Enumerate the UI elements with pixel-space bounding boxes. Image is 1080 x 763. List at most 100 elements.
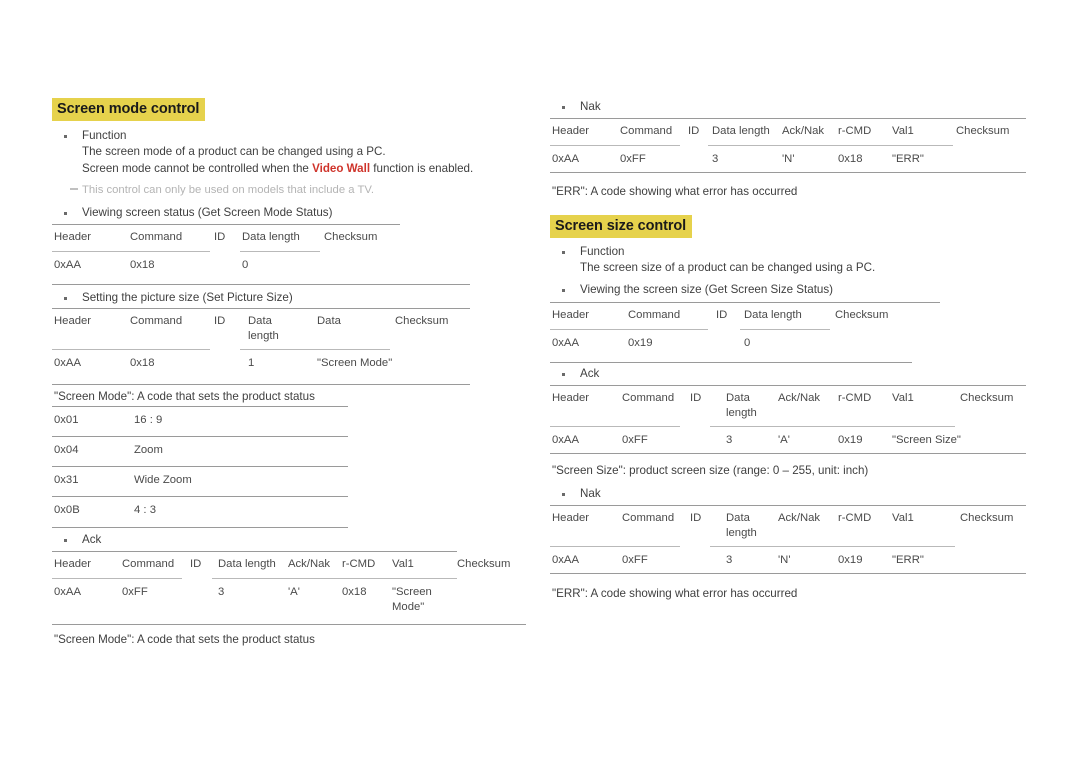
th-data-length: Data length — [248, 315, 279, 342]
td-ack-nak: 'N' — [782, 153, 795, 165]
td-header: 0xAA — [552, 554, 580, 566]
table-rule-bottom — [550, 172, 1026, 173]
td-data-length: 3 — [218, 586, 225, 598]
th-data: Data — [317, 315, 341, 327]
th-id: ID — [716, 309, 728, 321]
td-command: 0xFF — [122, 586, 148, 598]
table-rule-bottom — [550, 573, 1026, 574]
td-command: 0x18 — [130, 259, 155, 271]
code-meaning: 16 : 9 — [134, 414, 163, 426]
code-meaning: 4 : 3 — [134, 504, 156, 516]
code-value: 0x01 — [54, 414, 79, 426]
th-command: Command — [620, 125, 673, 137]
th-data-length: Data length — [218, 558, 276, 570]
set-picture-size-table: Header Command ID Data length Data Check… — [52, 308, 470, 385]
table-rule-mid-b — [740, 329, 830, 330]
function-label: Function — [550, 244, 1020, 260]
th-checksum: Checksum — [395, 315, 449, 327]
th-data-length: Data length — [726, 392, 757, 419]
function-description-1: The screen mode of a product can be chan… — [82, 145, 386, 159]
th-id: ID — [190, 558, 202, 570]
td-r-cmd: 0x19 — [838, 434, 863, 446]
code-meaning: Zoom — [134, 444, 163, 456]
code-value: 0x0B — [54, 504, 80, 516]
th-header: Header — [54, 231, 92, 243]
table-rule-bottom — [550, 362, 912, 363]
function-description-2-suffix: function is enabled. — [370, 161, 474, 175]
th-checksum: Checksum — [956, 125, 1010, 137]
th-header: Header — [54, 315, 92, 327]
td-header: 0xAA — [54, 586, 82, 598]
th-ack-nak: Ack/Nak — [782, 125, 825, 137]
td-command: 0x19 — [628, 337, 653, 349]
table-rule-mid-b — [710, 426, 955, 427]
td-ack-nak: 'A' — [778, 434, 790, 446]
th-data-length: Data length — [712, 125, 770, 137]
th-checksum: Checksum — [960, 512, 1014, 524]
table-rule-mid-a — [550, 329, 708, 330]
th-r-cmd: r-CMD — [838, 392, 872, 404]
table-rule-bottom — [550, 453, 1026, 454]
td-header: 0xAA — [54, 357, 82, 369]
table-rule-top — [52, 308, 470, 309]
td-ack-nak: 'N' — [778, 554, 791, 566]
td-header: 0xAA — [552, 337, 580, 349]
table-rule-top — [550, 118, 1026, 119]
th-ack-nak: Ack/Nak — [778, 512, 821, 524]
code-value: 0x31 — [54, 474, 79, 486]
th-id: ID — [688, 125, 700, 137]
td-header: 0xAA — [54, 259, 82, 271]
th-data-length: Data length — [242, 231, 300, 243]
th-command: Command — [622, 392, 675, 404]
get-screen-size-status-label: Viewing the screen size (Get Screen Size… — [550, 282, 1020, 298]
function-description-1: The screen size of a product can be chan… — [580, 261, 876, 275]
table-rule-mid-a — [550, 546, 680, 547]
table-rule-top — [550, 302, 940, 303]
code-rule-0 — [52, 406, 348, 407]
td-val1: "Screen Size" — [892, 434, 961, 446]
th-header: Header — [552, 125, 590, 137]
th-command: Command — [622, 512, 675, 524]
th-checksum: Checksum — [324, 231, 378, 243]
screen-mode-caption: "Screen Mode": A code that sets the prod… — [54, 390, 315, 403]
th-val1: Val1 — [892, 125, 914, 137]
table-rule-mid-a — [52, 578, 182, 579]
th-checksum: Checksum — [960, 392, 1014, 404]
td-data-length: 0 — [744, 337, 751, 349]
tv-models-note: This control can only be used on models … — [52, 182, 512, 198]
code-rule-4 — [52, 527, 348, 528]
screen-mode-code-table: 0x01 16 : 9 0x04 Zoom 0x31 Wide Zoom 0x0… — [52, 406, 348, 528]
td-command: 0xFF — [620, 153, 646, 165]
th-id: ID — [690, 512, 702, 524]
th-header: Header — [552, 512, 590, 524]
td-val1: "Screen Mode" — [392, 586, 432, 613]
th-header: Header — [54, 558, 92, 570]
th-id: ID — [214, 315, 226, 327]
table-rule-mid-a — [550, 145, 680, 146]
section-heading-screen-mode-control: Screen mode control — [52, 98, 206, 121]
get-screen-mode-status-label: Viewing screen status (Get Screen Mode S… — [52, 205, 512, 221]
th-data-length: Data length — [744, 309, 802, 321]
th-r-cmd: r-CMD — [342, 558, 376, 570]
table-rule-bottom — [52, 284, 470, 285]
table-rule-bottom — [52, 624, 526, 625]
nak-caption: "ERR": A code showing what error has occ… — [552, 185, 798, 198]
get-screen-size-status-table: Header Command ID Data length Checksum 0… — [550, 302, 940, 363]
td-data-length: 3 — [726, 554, 733, 566]
td-command: 0x18 — [130, 357, 155, 369]
table-rule-top — [550, 505, 1026, 506]
td-header: 0xAA — [552, 153, 580, 165]
td-r-cmd: 0x18 — [838, 153, 863, 165]
nak-table-2: Header Command ID Data length Ack/Nak r-… — [550, 505, 1026, 574]
table-rule-mid-a — [52, 251, 210, 252]
code-rule-3 — [52, 496, 348, 497]
table-rule-mid-b — [240, 349, 390, 350]
table-rule-mid-b — [710, 546, 955, 547]
table-rule-mid-b — [708, 145, 953, 146]
th-data-length: Data length — [726, 512, 757, 539]
manual-page: Screen mode control Function The screen … — [0, 0, 1080, 763]
td-val1: "ERR" — [892, 153, 924, 165]
td-r-cmd: 0x18 — [342, 586, 367, 598]
th-val1: Val1 — [892, 392, 914, 404]
code-value: 0x04 — [54, 444, 79, 456]
